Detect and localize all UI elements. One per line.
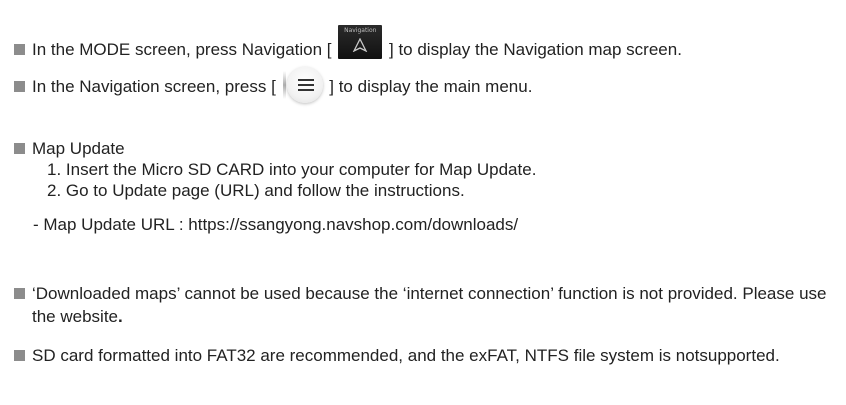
note-sd-card: SD card formatted into FAT32 are recomme… [14,344,836,367]
bullet-square-icon [14,81,25,92]
instruction-text-before: In the MODE screen, press Navigation [ [32,40,332,59]
map-update-url: - Map Update URL : https://ssangyong.nav… [33,215,519,234]
bullet-square-icon [14,44,25,55]
instruction-navigation: In the MODE screen, press Navigation [ N… [14,25,682,61]
instruction-text-after: ] to display the Navigation map screen. [389,40,682,59]
note-downloaded-maps-period: . [118,307,123,326]
navigation-icon-label: Navigation [344,27,377,34]
note-downloaded-maps-text: ‘Downloaded maps’ cannot be used because… [32,284,827,326]
navigation-button-icon: Navigation [338,25,383,59]
note-downloaded-maps: ‘Downloaded maps’ cannot be used because… [14,282,836,328]
bullet-square-icon [14,288,25,299]
map-update-step-1: 1. Insert the Micro SD CARD into your co… [47,160,537,179]
instruction-text-after: ] to display the main menu. [329,77,533,96]
map-update-heading-text: Map Update [32,139,125,158]
bullet-square-icon [14,350,25,361]
instruction-text-before: In the Navigation screen, press [ [32,77,276,96]
bullet-square-icon [14,143,25,154]
menu-button-icon [282,65,323,105]
map-update-step-2: 2. Go to Update page (URL) and follow th… [47,181,465,200]
hamburger-icon [297,79,314,91]
map-update-heading: Map Update [14,138,125,160]
instruction-menu: In the Navigation screen, press [ ] to d… [14,65,532,105]
note-sd-card-text: SD card formatted into FAT32 are recomme… [32,346,780,365]
arrow-up-icon [353,38,368,52]
